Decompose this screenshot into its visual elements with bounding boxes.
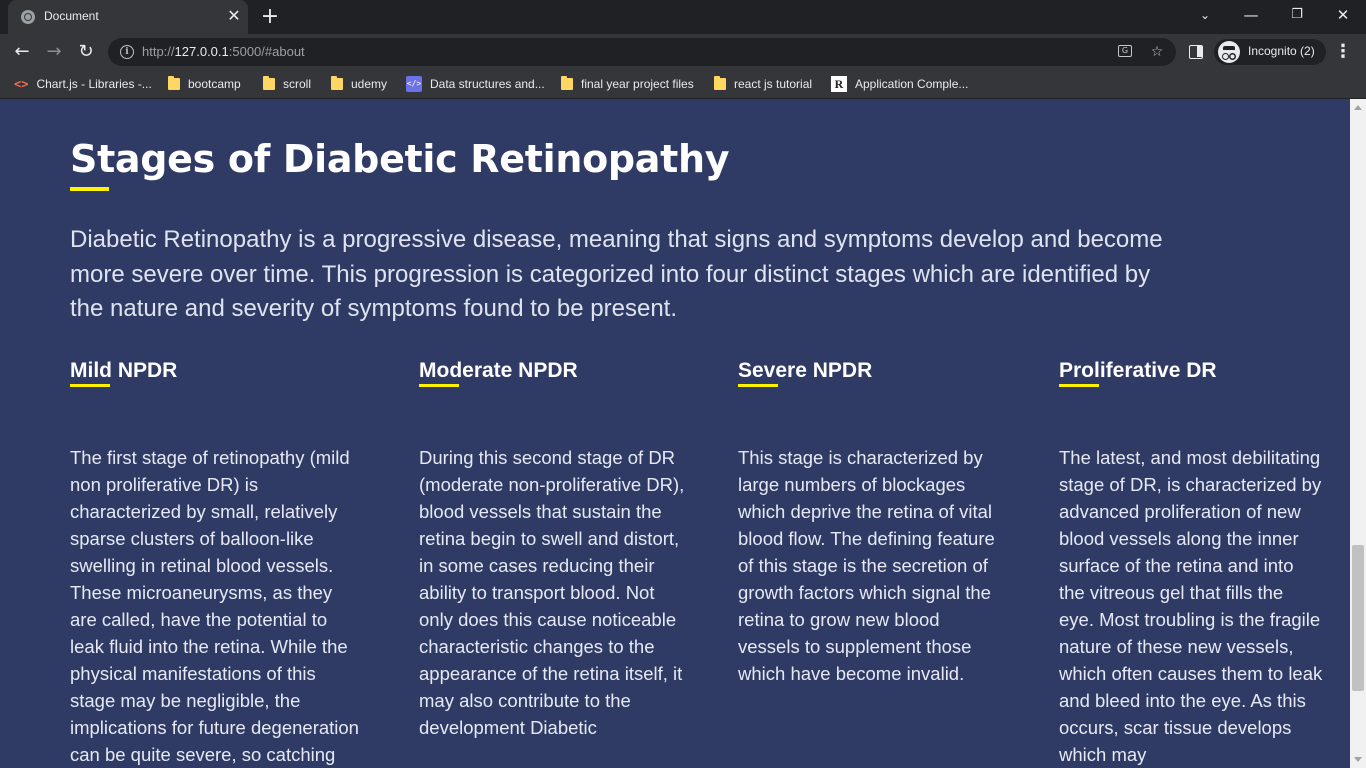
incognito-profile-button[interactable]: Incognito (2) — [1214, 39, 1326, 65]
bookmark-udemy[interactable]: udemy — [331, 75, 387, 93]
stage-moderate-npdr: Moderate NPDR During this second stage o… — [419, 358, 685, 741]
stage-description: During this second stage of DR (moderate… — [419, 447, 685, 738]
bookmark-label: Chart.js - Libraries -... — [36, 77, 152, 91]
bookmark-star-icon[interactable]: ☆ — [1148, 43, 1166, 61]
stage-severe-npdr: Severe NPDR This stage is characterized … — [738, 358, 1002, 687]
page-title: Stages of Diabetic Retinopathy — [70, 137, 730, 181]
tab-search-chevron-icon[interactable]: ⌄ — [1190, 4, 1220, 26]
bookmark-chartjs[interactable]: <> Chart.js - Libraries -... — [14, 75, 152, 93]
bookmark-label: Data structures and... — [430, 77, 545, 91]
bookmark-label: react js tutorial — [734, 77, 813, 91]
stage-title: Severe NPDR — [738, 359, 873, 382]
stage-description: The latest, and most debilitating stage … — [1059, 447, 1323, 765]
back-button[interactable]: ← — [10, 40, 34, 64]
tab-title: Document — [44, 9, 99, 23]
tab-document[interactable]: Document ✕ — [8, 0, 248, 34]
url-scheme: http:// — [142, 44, 175, 59]
bookmarks-bar: <> Chart.js - Libraries -... bootcamp sc… — [0, 70, 1366, 99]
vertical-scrollbar[interactable] — [1350, 99, 1366, 768]
stage-accent-underline — [738, 384, 778, 387]
bookmark-label: Application Comple... — [855, 77, 969, 91]
stage-accent-underline — [1059, 384, 1099, 387]
scroll-up-arrow-icon[interactable] — [1354, 105, 1362, 110]
code-icon: </> — [406, 76, 422, 92]
r-logo-icon: R — [831, 76, 847, 92]
page-viewport: Stages of Diabetic Retinopathy Diabetic … — [0, 99, 1350, 768]
stage-proliferative-dr: Proliferative DR The latest, and most de… — [1059, 358, 1323, 768]
bookmark-application[interactable]: R Application Comple... — [831, 75, 968, 93]
url-host: 127.0.0.1 — [174, 44, 229, 59]
stage-accent-underline — [419, 384, 459, 387]
code-brackets-icon: <> — [14, 77, 29, 91]
url-text[interactable]: http://127.0.0.1:5000/#about — [142, 44, 305, 59]
bookmark-label: scroll — [283, 77, 312, 91]
address-bar[interactable]: i http://127.0.0.1:5000/#about G ☆ — [108, 38, 1176, 66]
translate-icon[interactable]: G — [1118, 45, 1132, 57]
tab-strip: Document ✕ + ⌄ — ❐ ✕ — [0, 0, 1366, 34]
folder-icon — [714, 76, 726, 90]
folder-icon — [263, 76, 275, 90]
close-tab-icon[interactable]: ✕ — [225, 7, 243, 25]
stage-mild-npdr: Mild NPDR The first stage of retinopathy… — [70, 358, 362, 768]
bookmark-label: bootcamp — [188, 77, 241, 91]
close-window-button[interactable]: ✕ — [1328, 4, 1358, 26]
bookmark-label: final year project files — [581, 77, 694, 91]
bookmark-scroll[interactable]: scroll — [263, 75, 311, 93]
restore-button[interactable]: ❐ — [1282, 4, 1312, 26]
side-panel-icon[interactable] — [1189, 45, 1203, 59]
forward-button[interactable]: → — [42, 40, 66, 64]
bookmark-label: udemy — [351, 77, 388, 91]
incognito-icon — [1218, 41, 1240, 63]
stage-title: Proliferative DR — [1059, 359, 1217, 382]
profile-label: Incognito (2) — [1248, 44, 1315, 58]
stage-description: This stage is characterized by large num… — [738, 447, 995, 684]
minimize-button[interactable]: — — [1236, 4, 1266, 26]
intro-paragraph: Diabetic Retinopathy is a progressive di… — [70, 226, 1163, 322]
scrollbar-thumb[interactable] — [1352, 545, 1364, 691]
scroll-down-arrow-icon[interactable] — [1354, 757, 1362, 762]
browser-menu-icon[interactable]: ⋮ — [1333, 40, 1353, 64]
stage-title: Moderate NPDR — [419, 359, 578, 382]
bookmark-react-tutorial[interactable]: react js tutorial — [714, 75, 812, 93]
folder-icon — [168, 76, 180, 90]
reload-button[interactable]: ↻ — [74, 40, 98, 64]
stage-description: The first stage of retinopathy (mild non… — [70, 447, 359, 765]
stage-title: Mild NPDR — [70, 359, 178, 382]
folder-icon — [561, 76, 573, 90]
new-tab-button[interactable]: + — [258, 5, 282, 29]
globe-icon — [21, 10, 35, 24]
site-info-icon[interactable]: i — [120, 45, 134, 59]
bookmark-final-year-project[interactable]: final year project files — [561, 75, 694, 93]
title-accent-underline — [70, 187, 109, 191]
bookmark-bootcamp[interactable]: bootcamp — [168, 75, 241, 93]
bookmark-data-structures[interactable]: </> Data structures and... — [406, 75, 545, 93]
folder-icon — [331, 76, 343, 90]
stage-accent-underline — [70, 384, 110, 387]
url-path: :5000/#about — [228, 44, 305, 59]
